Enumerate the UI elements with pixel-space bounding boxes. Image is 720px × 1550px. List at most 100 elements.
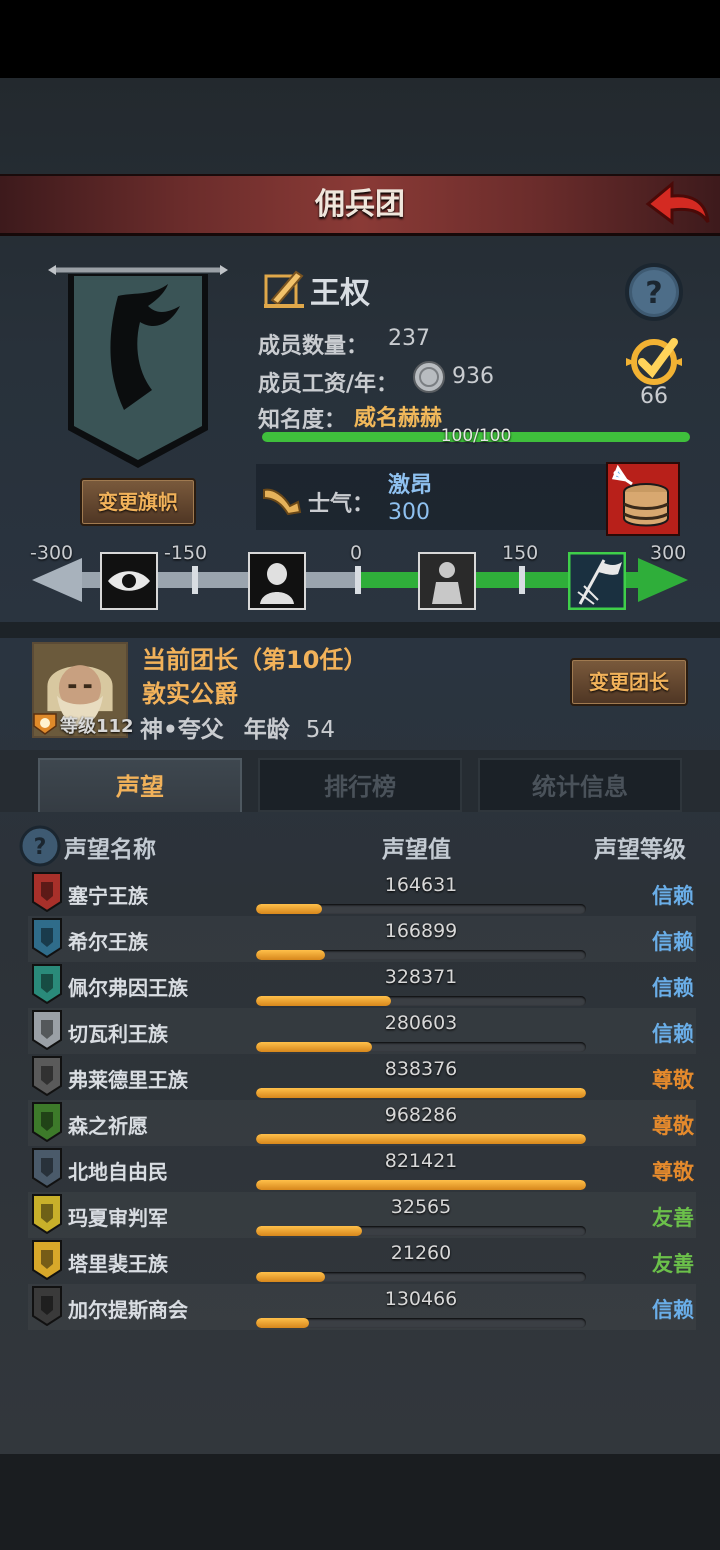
back-arrow-icon[interactable] [642, 178, 714, 230]
leader-level: 等级112 [60, 716, 134, 737]
barrel-axe-icon[interactable] [606, 462, 680, 536]
morale-value: 300 [388, 500, 430, 525]
silver-coin-icon [413, 361, 445, 393]
faction-name: 北地自由民 [68, 1160, 168, 1184]
leader-age-value: 54 [305, 717, 336, 743]
svg-text:?: ? [645, 276, 662, 311]
faction-name: 希尔王族 [68, 930, 148, 954]
crest-blue-icon [32, 918, 62, 958]
crest-yellow-icon [32, 1194, 62, 1234]
reputation-value: 21260 [390, 1242, 452, 1264]
reputation-value: 821421 [384, 1150, 458, 1172]
reputation-level: 信赖 [652, 1022, 694, 1046]
wage-value: 936 [452, 364, 494, 389]
reputation-level: 信赖 [652, 1298, 694, 1322]
scale-tick-label: 150 [502, 542, 539, 564]
faction-name: 玛夏审判军 [68, 1206, 168, 1230]
leader-name: 敦实公爵 [142, 680, 238, 708]
change-flag-button[interactable]: 变更旗帜 [80, 478, 196, 526]
reputation-bar [256, 1272, 586, 1282]
reputation-bar-fill [256, 1318, 309, 1328]
reputation-value: 968286 [384, 1104, 458, 1126]
reputation-level: 信赖 [652, 976, 694, 1000]
reputation-bar [256, 1042, 586, 1052]
horn-icon [263, 488, 302, 516]
svg-text:?: ? [34, 835, 47, 860]
reputation-bar-fill [256, 1134, 586, 1144]
crest-gold-icon [32, 1240, 62, 1280]
column-header-level: 声望等级 [594, 837, 686, 863]
crest-scales-icon [32, 1010, 62, 1050]
reputation-bar [256, 1226, 586, 1236]
reputation-level: 信赖 [652, 930, 694, 954]
victory-flag-icon[interactable] [568, 552, 626, 610]
morale-label: 士气： [308, 492, 375, 517]
members-value: 237 [388, 326, 430, 351]
reputation-bar-fill [256, 904, 322, 914]
reputation-level: 友善 [652, 1252, 694, 1276]
reputation-value: 166899 [384, 920, 458, 942]
mercenary-name: 王权 [310, 276, 370, 311]
reputation-bar [256, 904, 586, 914]
faction-name: 塞宁王族 [68, 884, 148, 908]
faction-name: 塔里裴王族 [68, 1252, 168, 1276]
eye-madness-icon[interactable] [100, 552, 158, 610]
section-divider [0, 622, 720, 638]
crest-teal-icon [32, 964, 62, 1004]
column-header-value: 声望值 [382, 837, 451, 863]
crest-tree-icon [32, 1102, 62, 1142]
faction-name: 切瓦利王族 [68, 1022, 168, 1046]
help-icon[interactable]: ? [624, 262, 684, 322]
reputation-bar-fill [256, 1272, 326, 1282]
reputation-value: 32565 [390, 1196, 452, 1218]
reputation-bar-fill [256, 1042, 372, 1052]
reputation-level: 信赖 [652, 884, 694, 908]
members-label: 成员数量： [258, 334, 369, 359]
faction-name: 森之祈愿 [68, 1114, 148, 1138]
reputation-bar [256, 1088, 586, 1098]
tab-reputation[interactable]: 声望 [38, 758, 242, 812]
tab-leaderboard[interactable]: 排行榜 [258, 758, 462, 812]
reputation-value: 280603 [384, 1012, 458, 1034]
calm-icon[interactable] [418, 552, 476, 610]
crest-merchant-icon [32, 1286, 62, 1326]
reputation-value: 838376 [384, 1058, 458, 1080]
scale-tick-label: -300 [30, 542, 74, 564]
tab-statistics[interactable]: 统计信息 [478, 758, 682, 812]
reputation-bar [256, 1134, 586, 1144]
mercenary-flag[interactable] [48, 262, 228, 474]
leader-info: 神•夸父 年龄 54 [140, 710, 335, 744]
leader-title: 当前团长（第10任） [142, 646, 368, 674]
crest-red-icon [32, 872, 62, 912]
status-bar [0, 0, 720, 78]
reputation-bar-fill [256, 950, 326, 960]
faction-name: 加尔提斯商会 [68, 1298, 188, 1322]
despair-icon[interactable] [248, 552, 306, 610]
reputation-bar [256, 1318, 586, 1328]
scale-tick-label: -150 [164, 542, 208, 564]
reputation-bar-fill [256, 1180, 586, 1190]
achievement-value: 66 [640, 384, 668, 409]
help-icon[interactable]: ? [18, 824, 62, 868]
faction-name: 佩尔弗因王族 [68, 976, 188, 1000]
reputation-level: 友善 [652, 1206, 694, 1230]
page-title: 佣兵团 [315, 187, 405, 222]
crest-axe-icon [32, 1148, 62, 1188]
morale-state: 激昂 [388, 473, 433, 498]
wage-label: 成员工资/年： [258, 372, 399, 397]
reputation-level: 尊敬 [652, 1114, 694, 1138]
faction-name: 弗莱德里王族 [68, 1068, 188, 1092]
change-leader-button[interactable]: 变更团长 [570, 658, 688, 706]
crest-dark-icon [32, 1056, 62, 1096]
reputation-bar-fill [256, 996, 392, 1006]
bottom-bar [0, 1454, 720, 1550]
scale-tick-label: 0 [350, 542, 363, 564]
reputation-bar [256, 950, 586, 960]
reputation-value: 328371 [384, 966, 458, 988]
quill-icon [264, 270, 304, 308]
column-header-name: 声望名称 [64, 837, 156, 863]
reputation-level: 尊敬 [652, 1160, 694, 1184]
reputation-bar [256, 996, 586, 1006]
reputation-level: 尊敬 [652, 1068, 694, 1092]
reputation-bar [256, 1180, 586, 1190]
